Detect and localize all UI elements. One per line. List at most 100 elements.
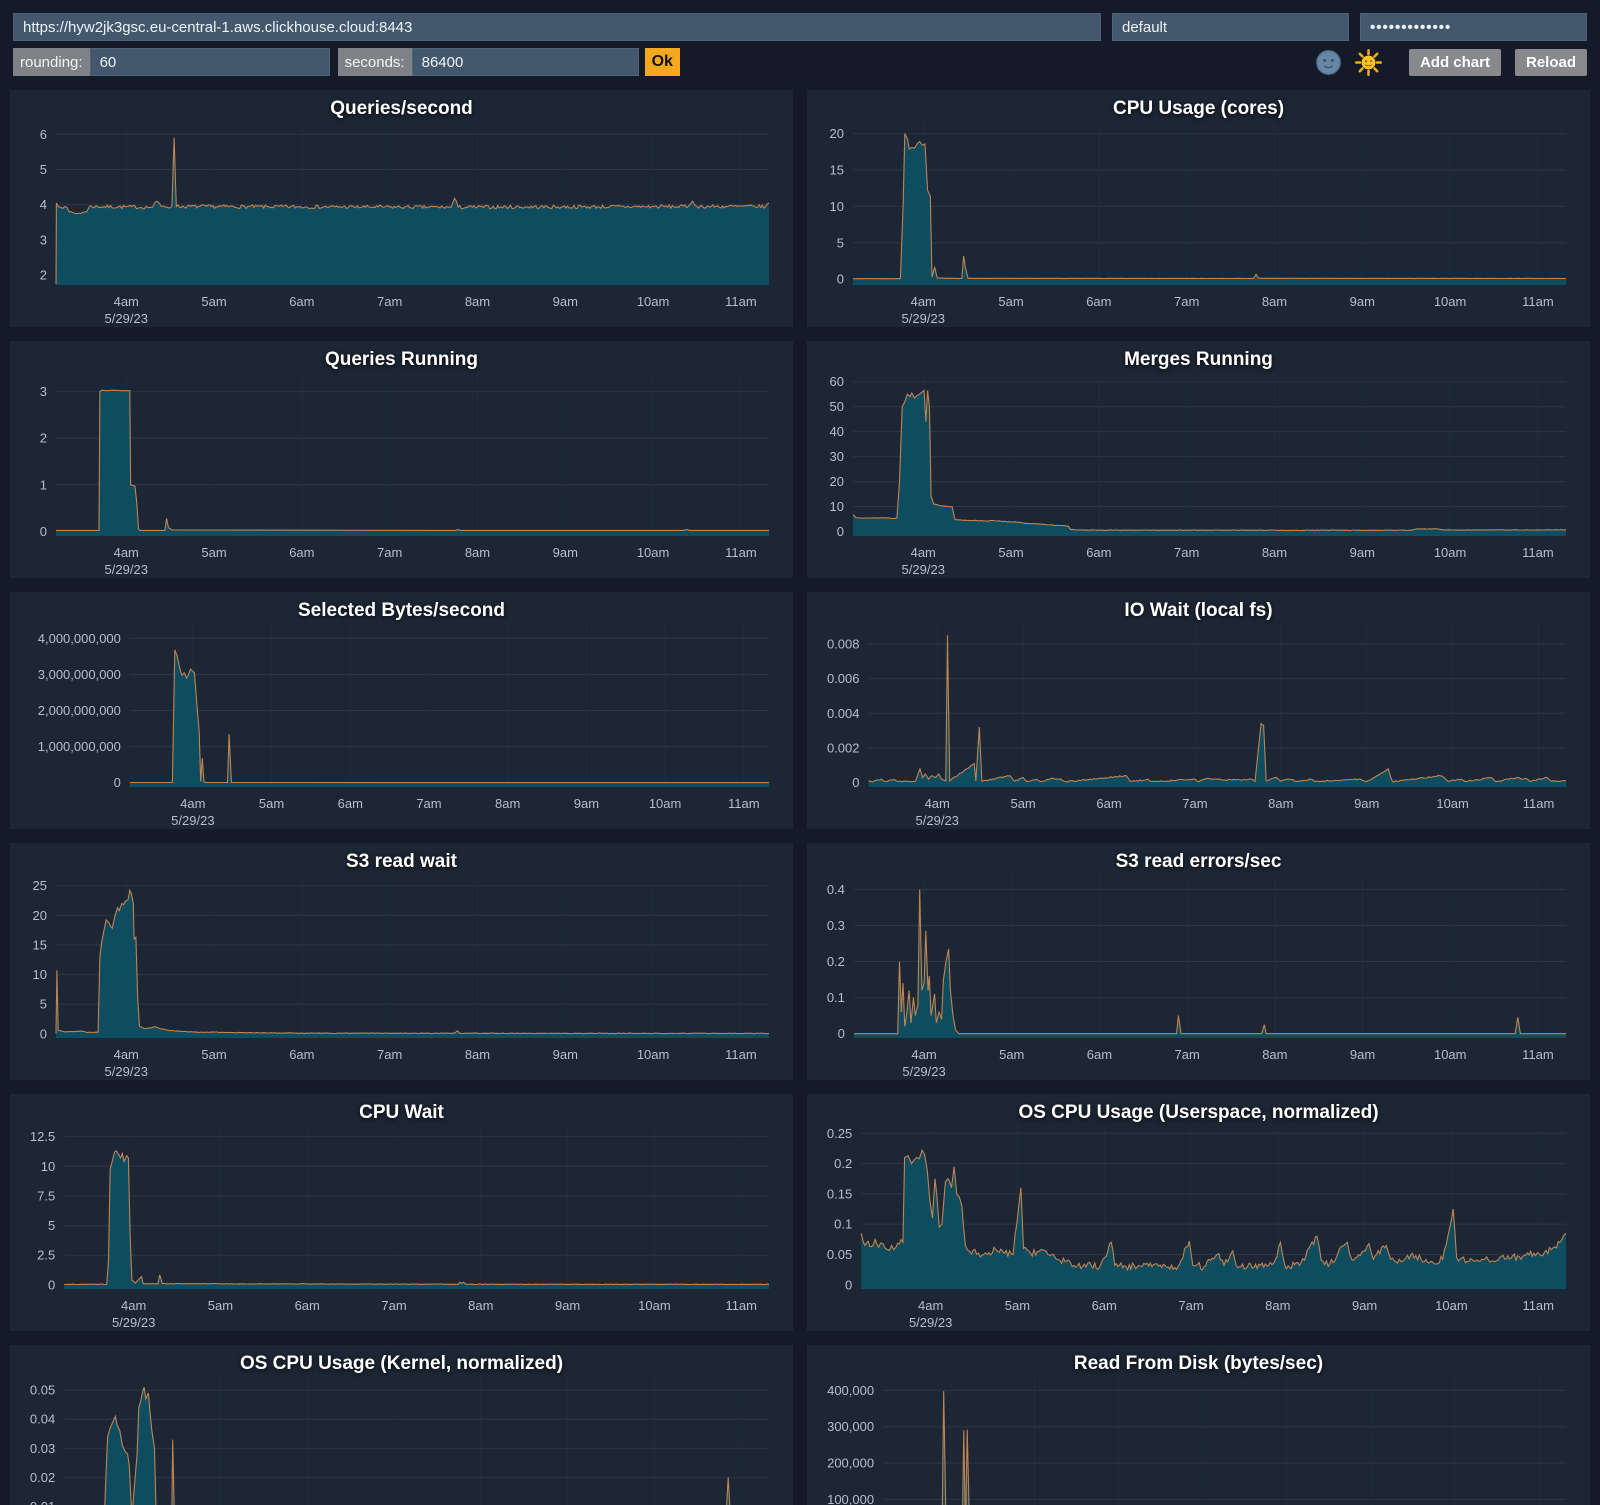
chart-panel: S3 read errors/sec00.10.20.30.44am5am6am… — [807, 843, 1590, 1080]
x-axis-tick-label: 4am — [180, 796, 205, 811]
x-axis-tick-label: 4am — [121, 1298, 146, 1313]
charts-grid: Queries/second234564am5am6am7am8am9am10a… — [0, 76, 1600, 1505]
username-input[interactable] — [1112, 13, 1349, 41]
light-theme-sun-icon[interactable] — [1355, 49, 1382, 76]
x-axis-tick-label: 5am — [998, 545, 1023, 560]
x-axis-tick-label: 6am — [1087, 1047, 1112, 1062]
chart-canvas[interactable]: 051015204am5am6am7am8am9am10am11am5/29/2… — [807, 90, 1590, 327]
y-axis-tick-label: 0.05 — [827, 1247, 852, 1262]
y-axis-tick-label: 10 — [33, 967, 47, 982]
x-axis-tick-label: 9am — [1352, 1298, 1377, 1313]
x-axis-tick-label: 10am — [637, 545, 670, 560]
x-axis-tick-label: 11am — [725, 294, 757, 309]
chart-canvas[interactable]: 00.050.10.150.20.254am5am6am7am8am9am10a… — [807, 1094, 1590, 1331]
chart-canvas[interactable]: 05101520254am5am6am7am8am9am10am11am5/29… — [10, 843, 793, 1080]
y-axis-tick-label: 2.5 — [37, 1248, 55, 1263]
x-axis-tick-label: 5am — [201, 545, 226, 560]
x-axis-tick-label: 7am — [1175, 1047, 1200, 1062]
y-axis-tick-label: 40 — [830, 424, 844, 439]
y-axis-tick-label: 0 — [40, 1026, 47, 1041]
x-axis-tick-label: 7am — [416, 796, 441, 811]
x-axis-tick-label: 11am — [725, 1047, 757, 1062]
y-axis-tick-label: 0.02 — [30, 1470, 55, 1485]
x-axis-tick-label: 8am — [468, 1298, 493, 1313]
x-axis-tick-label: 4am — [925, 796, 950, 811]
series-line — [56, 890, 769, 1033]
y-axis-tick-label: 20 — [33, 908, 47, 923]
x-axis-tick-label: 9am — [553, 1047, 578, 1062]
y-axis-tick-label: 0 — [838, 1026, 845, 1041]
reload-button[interactable]: Reload — [1515, 49, 1587, 76]
series-line — [64, 1151, 769, 1285]
y-axis-tick-label: 2 — [40, 268, 47, 283]
y-axis-tick-label: 0.25 — [827, 1126, 852, 1141]
y-axis-tick-label: 4,000,000,000 — [38, 631, 121, 646]
x-axis-tick-label: 6am — [1092, 1298, 1117, 1313]
x-axis-tick-label: 10am — [1434, 545, 1467, 560]
x-axis-date-label: 5/29/23 — [105, 1064, 148, 1079]
chart-panel: OS CPU Usage (Kernel, normalized)00.010.… — [10, 1345, 793, 1505]
chart-canvas[interactable]: 01,000,000,0002,000,000,0003,000,000,000… — [10, 592, 793, 829]
x-axis-tick-label: 9am — [574, 796, 599, 811]
y-axis-tick-label: 0 — [845, 1277, 852, 1292]
series-line — [883, 1391, 1566, 1505]
x-axis-tick-label: 10am — [1434, 294, 1467, 309]
chart-canvas[interactable]: 00.010.020.030.040.054am5am6am7am8am9am1… — [10, 1345, 793, 1505]
x-axis-date-label: 5/29/23 — [171, 813, 214, 828]
chart-canvas[interactable]: 0100,000200,000300,000400,0004am5am6am7a… — [807, 1345, 1590, 1505]
series-line — [56, 390, 769, 530]
password-input[interactable] — [1360, 13, 1587, 41]
y-axis-tick-label: 0.008 — [827, 636, 860, 651]
x-axis-tick-label: 7am — [1182, 796, 1207, 811]
x-axis-tick-label: 4am — [911, 545, 936, 560]
y-axis-tick-label: 0 — [40, 524, 47, 539]
x-axis-tick-label: 11am — [1522, 1047, 1554, 1062]
x-axis-tick-label: 5am — [998, 294, 1023, 309]
x-axis-tick-label: 4am — [114, 294, 139, 309]
chart-canvas[interactable]: 00.0020.0040.0060.0084am5am6am7am8am9am1… — [807, 592, 1590, 829]
x-axis-tick-label: 8am — [1262, 1047, 1287, 1062]
dashboard-page: { "toolbar": { "url": "https://hyw2jk3gs… — [0, 0, 1600, 1505]
y-axis-tick-label: 20 — [830, 126, 844, 141]
y-axis-tick-label: 0.15 — [827, 1186, 852, 1201]
y-axis-tick-label: 2 — [40, 431, 47, 446]
x-axis-date-label: 5/29/23 — [902, 1064, 945, 1079]
chart-canvas[interactable]: 01020304050604am5am6am7am8am9am10am11am5… — [807, 341, 1590, 578]
x-axis-tick-label: 10am — [637, 294, 670, 309]
y-axis-tick-label: 0.2 — [834, 1156, 852, 1171]
seconds-input[interactable] — [412, 48, 639, 76]
rounding-input[interactable] — [90, 48, 330, 76]
y-axis-tick-label: 3 — [40, 384, 47, 399]
rounding-label: rounding: — [13, 48, 90, 76]
chart-panel: Queries/second234564am5am6am7am8am9am10a… — [10, 90, 793, 327]
series-area — [854, 889, 1566, 1038]
x-axis-tick-label: 5am — [999, 1047, 1024, 1062]
chart-canvas[interactable]: 00.10.20.30.44am5am6am7am8am9am10am11am5… — [807, 843, 1590, 1080]
dark-theme-moon-icon[interactable] — [1315, 49, 1342, 76]
y-axis-tick-label: 0 — [852, 775, 859, 790]
y-axis-tick-label: 5 — [837, 235, 844, 250]
seconds-label: seconds: — [338, 48, 412, 76]
x-axis-tick-label: 9am — [555, 1298, 580, 1313]
y-axis-tick-label: 2,000,000,000 — [38, 703, 121, 718]
add-chart-button[interactable]: Add chart — [1409, 49, 1501, 76]
chart-canvas[interactable]: 01234am5am6am7am8am9am10am11am5/29/23 — [10, 341, 793, 578]
y-axis-tick-label: 50 — [830, 399, 844, 414]
y-axis-tick-label: 6 — [40, 127, 47, 142]
x-axis-tick-label: 7am — [1174, 294, 1199, 309]
y-axis-tick-label: 10 — [830, 199, 844, 214]
chart-canvas[interactable]: 02.557.51012.54am5am6am7am8am9am10am11am… — [10, 1094, 793, 1331]
ok-button[interactable]: Ok — [645, 48, 680, 76]
x-axis-tick-label: 7am — [1174, 545, 1199, 560]
server-url-input[interactable] — [13, 13, 1101, 41]
x-axis-tick-label: 8am — [1262, 294, 1287, 309]
chart-canvas[interactable]: 234564am5am6am7am8am9am10am11am5/29/23 — [10, 90, 793, 327]
x-axis-tick-label: 4am — [114, 545, 139, 560]
x-axis-tick-label: 6am — [289, 294, 314, 309]
chart-panel: CPU Usage (cores)051015204am5am6am7am8am… — [807, 90, 1590, 327]
x-axis-date-label: 5/29/23 — [105, 562, 148, 577]
y-axis-tick-label: 300,000 — [827, 1419, 874, 1434]
x-axis-tick-label: 7am — [381, 1298, 406, 1313]
y-axis-tick-label: 200,000 — [827, 1456, 874, 1471]
series-line — [869, 635, 1567, 782]
